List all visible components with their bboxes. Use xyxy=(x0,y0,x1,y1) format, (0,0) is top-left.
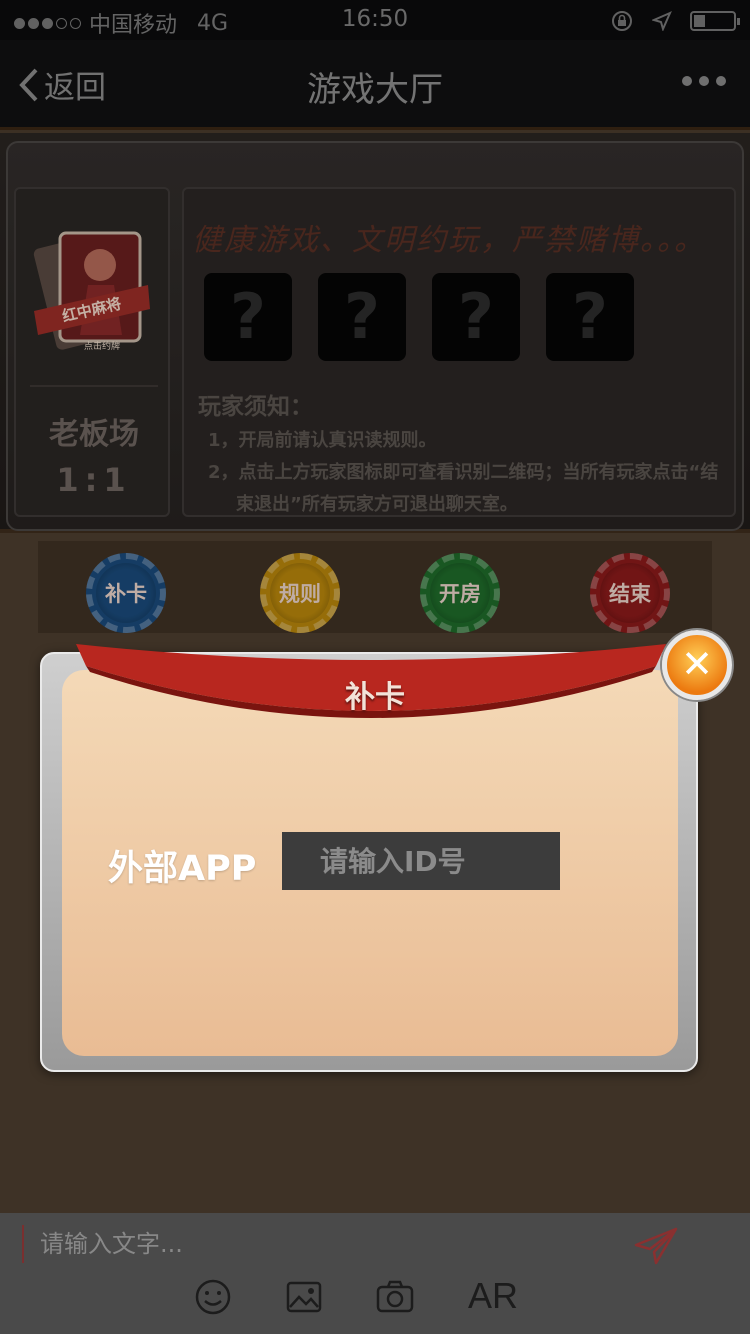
close-dialog-button[interactable]: ✕ xyxy=(662,630,732,700)
ar-button[interactable]: AR xyxy=(468,1275,518,1317)
dialog-title: 补卡 xyxy=(345,680,405,715)
send-icon[interactable] xyxy=(632,1225,680,1265)
id-input[interactable] xyxy=(282,832,560,890)
chat-bar: AR xyxy=(0,1213,750,1334)
emoji-icon[interactable] xyxy=(193,1277,233,1317)
image-icon[interactable] xyxy=(284,1277,324,1317)
close-icon: ✕ xyxy=(681,642,713,686)
chat-text-input[interactable] xyxy=(22,1225,582,1263)
external-app-label: 外部APP xyxy=(108,849,257,889)
camera-icon[interactable] xyxy=(375,1277,415,1317)
chat-toolbar: AR xyxy=(0,1273,750,1329)
